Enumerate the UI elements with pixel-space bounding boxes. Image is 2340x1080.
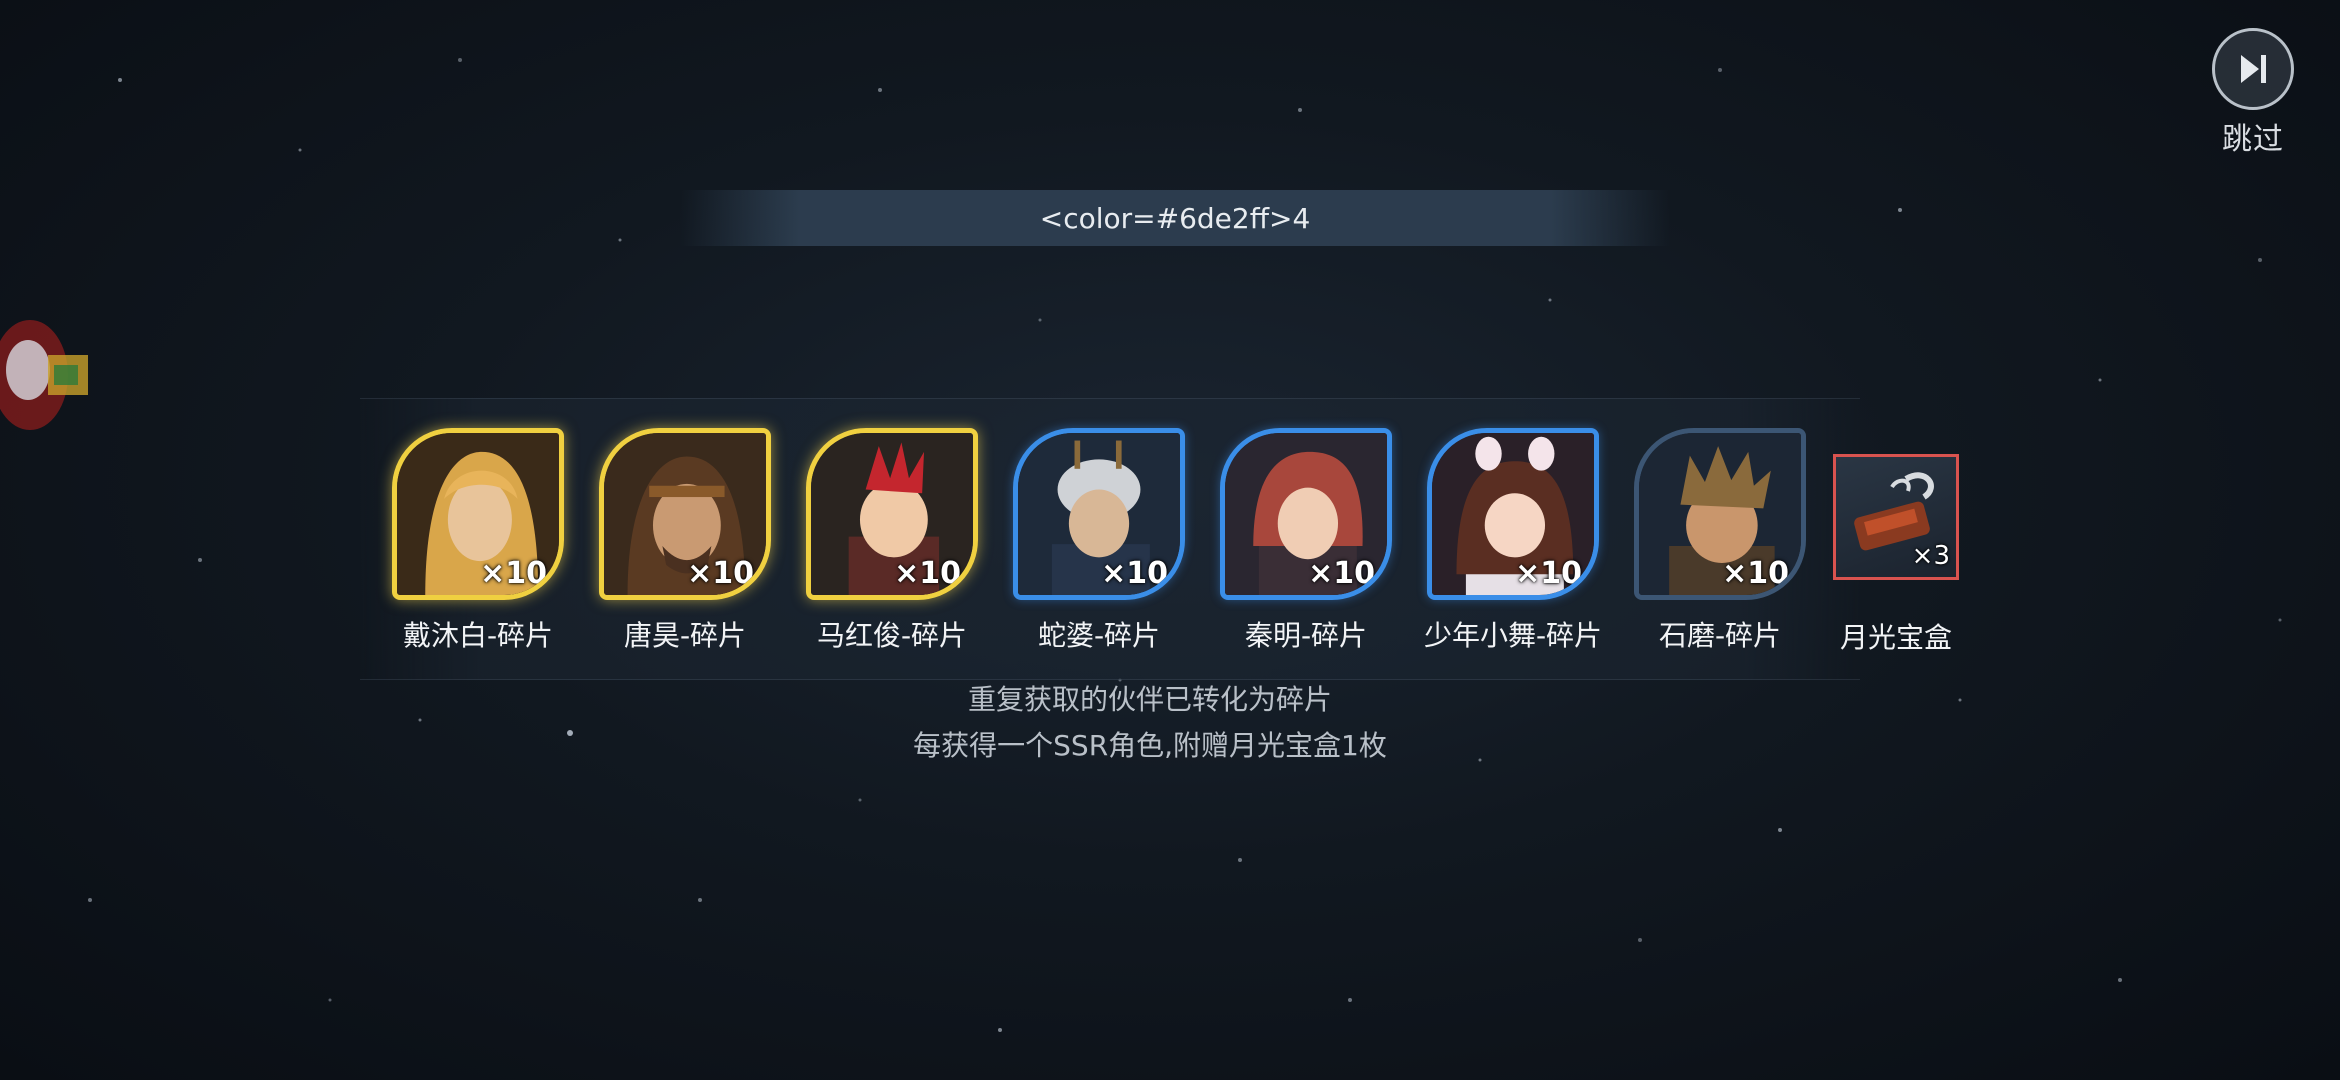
item-icon-frame[interactable]: ×3 — [1833, 454, 1959, 580]
character-portrait[interactable]: ×10 — [1013, 428, 1185, 600]
result-banner: <color=#6de2ff>4 — [680, 190, 1670, 246]
duplicate-note: 重复获取的伙伴已转化为碎片 — [967, 683, 1332, 716]
item-name: 月光宝盒 — [1839, 621, 1952, 654]
reward-item[interactable]: ×10 石磨-碎片 — [1625, 428, 1815, 658]
item-count: ×10 — [1308, 556, 1375, 591]
reward-item[interactable]: ×10 戴沐白-碎片 — [383, 428, 573, 658]
item-count: ×10 — [1722, 556, 1789, 591]
reward-item[interactable]: ×10 秦明-碎片 — [1211, 428, 1401, 658]
item-count: ×10 — [1101, 556, 1168, 591]
skip-button[interactable]: 跳过 — [2208, 28, 2298, 158]
banner-text: <color=#6de2ff>4 — [1039, 201, 1311, 235]
skip-icon[interactable] — [2212, 28, 2294, 110]
character-portrait[interactable]: ×10 — [1220, 428, 1392, 600]
reward-list: ×10 戴沐白-碎片 ×10 唐昊-碎片 ×10 马红俊-碎片 ×10 蛇婆-碎… — [383, 428, 1983, 658]
character-portrait[interactable]: ×10 — [392, 428, 564, 600]
character-portrait[interactable]: ×10 — [1634, 428, 1806, 600]
item-name: 唐昊-碎片 — [623, 619, 747, 652]
character-portrait[interactable]: ×10 — [806, 428, 978, 600]
reward-item[interactable]: ×10 蛇婆-碎片 — [1004, 428, 1194, 658]
item-count: ×10 — [687, 556, 754, 591]
side-character-decoration — [0, 320, 88, 430]
item-count: ×3 — [1911, 541, 1950, 571]
skip-label[interactable]: 跳过 — [2222, 114, 2284, 158]
item-name: 秦明-碎片 — [1244, 619, 1368, 652]
reward-item[interactable]: ×10 马红俊-碎片 — [797, 428, 987, 658]
reward-item-moonlight-box[interactable]: ×3 月光宝盒 — [1831, 428, 1961, 658]
character-portrait[interactable]: ×10 — [1427, 428, 1599, 600]
item-name: 蛇婆-碎片 — [1037, 619, 1161, 652]
reward-item[interactable]: ×10 少年小舞-碎片 — [1418, 428, 1608, 658]
item-count: ×10 — [1515, 556, 1582, 591]
reward-item[interactable]: ×10 唐昊-碎片 — [590, 428, 780, 658]
item-name: 马红俊-碎片 — [816, 619, 968, 652]
item-name: 石磨-碎片 — [1658, 619, 1782, 652]
item-count: ×10 — [894, 556, 961, 591]
item-name: 少年小舞-碎片 — [1423, 619, 1603, 652]
item-count: ×10 — [480, 556, 547, 591]
ssr-bonus-note: 每获得一个SSR角色,附赠月光宝盒1枚 — [913, 729, 1387, 762]
item-name: 戴沐白-碎片 — [402, 619, 554, 652]
character-portrait[interactable]: ×10 — [599, 428, 771, 600]
